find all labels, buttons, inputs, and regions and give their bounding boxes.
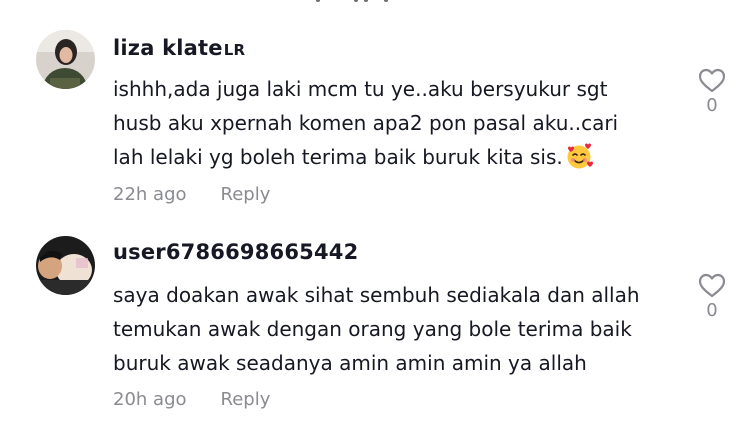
comment-meta: 20h ago Reply bbox=[113, 389, 270, 410]
comment-text-line: buruk awak seadanya amin amin amin ya al… bbox=[113, 351, 587, 375]
comment-text-line: temukan awak dengan orang yang bole teri… bbox=[113, 317, 632, 341]
comment-meta: 22h ago Reply bbox=[113, 184, 270, 205]
comment-text-line: lah lelaki yg boleh terima baik buruk ki… bbox=[113, 140, 673, 174]
comment-text-line: husb aku xpernah komen apa2 pon pasal ak… bbox=[113, 111, 619, 135]
comment-text-line: saya doakan awak sihat sembuh sediakala … bbox=[113, 283, 640, 307]
comment-username[interactable]: liza klateLR bbox=[113, 36, 245, 60]
username-suffix: LR bbox=[223, 41, 246, 59]
username-text: liza klate bbox=[113, 36, 223, 60]
avatar[interactable] bbox=[36, 30, 95, 89]
heart-outline-icon[interactable] bbox=[698, 68, 726, 93]
smiling-face-with-hearts-emoji-icon bbox=[565, 142, 593, 170]
like-count: 0 bbox=[706, 95, 718, 116]
comment-time: 20h ago bbox=[113, 389, 187, 410]
comment-text: ishhh,ada juga laki mcm tu ye..aku bersy… bbox=[113, 72, 673, 174]
like-count: 0 bbox=[706, 300, 718, 321]
comment-text-line-content: lah lelaki yg boleh terima baik buruk ki… bbox=[113, 145, 563, 169]
previous-comment-fragment bbox=[316, 0, 396, 4]
comment-username[interactable]: user6786698665442 bbox=[113, 240, 358, 264]
like-control: 0 bbox=[696, 273, 728, 321]
comment-text-line: ishhh,ada juga laki mcm tu ye..aku bersy… bbox=[113, 77, 608, 101]
heart-outline-icon[interactable] bbox=[698, 273, 726, 298]
comment-text: saya doakan awak sihat sembuh sediakala … bbox=[113, 278, 673, 380]
reply-button[interactable]: Reply bbox=[221, 389, 271, 410]
comment-time: 22h ago bbox=[113, 184, 187, 205]
like-control: 0 bbox=[696, 68, 728, 116]
reply-button[interactable]: Reply bbox=[221, 184, 271, 205]
username-text: user6786698665442 bbox=[113, 240, 359, 264]
avatar[interactable] bbox=[36, 236, 95, 295]
